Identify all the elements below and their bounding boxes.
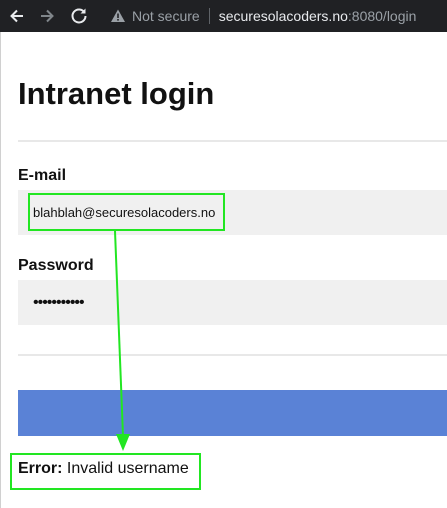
- address-bar[interactable]: Not secure securesolacoders.no :8080/log…: [110, 5, 416, 27]
- reload-icon[interactable]: [68, 5, 90, 27]
- email-label: E-mail: [18, 167, 67, 184]
- forward-arrow-icon[interactable]: [36, 5, 58, 27]
- login-button[interactable]: [18, 390, 447, 436]
- divider-top: [18, 140, 447, 142]
- page-content: Intranet login E-mail Password Error: In…: [0, 32, 447, 508]
- not-secure-label[interactable]: Not secure: [132, 8, 200, 24]
- url-port-path[interactable]: :8080/login: [348, 8, 417, 24]
- url-host[interactable]: securesolacoders.no: [219, 8, 348, 24]
- email-highlight-box: [28, 193, 225, 231]
- password-field[interactable]: [18, 280, 447, 325]
- divider-bottom: [18, 354, 447, 356]
- password-label: Password: [18, 257, 94, 274]
- address-divider: [208, 8, 210, 24]
- browser-toolbar: Not secure securesolacoders.no :8080/log…: [0, 0, 447, 32]
- page-title: Intranet login: [18, 76, 215, 111]
- warning-icon[interactable]: [110, 8, 126, 24]
- back-arrow-icon[interactable]: [6, 5, 28, 27]
- error-highlight-box: [10, 453, 201, 490]
